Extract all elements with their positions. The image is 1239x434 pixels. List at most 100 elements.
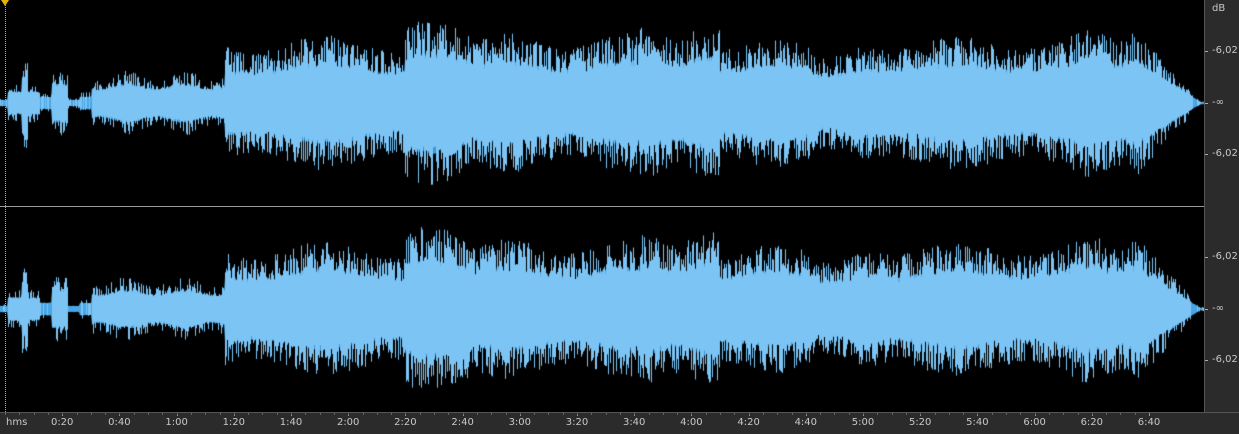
time-minor-tick [705, 413, 707, 415]
time-label: 0:40 [108, 417, 131, 428]
time-minor-tick [176, 413, 178, 415]
time-label: 4:40 [794, 417, 818, 428]
time-label: 5:20 [908, 417, 932, 428]
time-minor-tick [734, 413, 736, 415]
time-minor-tick [319, 413, 321, 415]
time-minor-tick [1034, 413, 1036, 415]
time-minor-tick [934, 413, 936, 415]
time-minor-tick [391, 413, 393, 415]
time-minor-tick [677, 413, 679, 415]
time-ruler[interactable]: hms 0:20 0:40 1:00 1:20 1:40 2:00 2:20 2:40 3:00… [0, 412, 1239, 434]
playhead-marker-icon[interactable] [1, 0, 9, 6]
time-minor-tick [1063, 413, 1065, 415]
time-minor-tick [419, 413, 421, 415]
time-minor-tick [262, 413, 264, 415]
time-minor-tick [133, 413, 135, 415]
time-label: 6:00 [1023, 417, 1046, 428]
time-minor-tick [577, 413, 578, 415]
time-label: 6:20 [1080, 417, 1104, 428]
time-label: 1:00 [165, 417, 188, 428]
time-minor-tick [219, 413, 221, 415]
time-minor-tick [233, 413, 235, 415]
db-label: -6,02 [1212, 45, 1238, 56]
playhead-cursor[interactable] [5, 0, 7, 412]
time-minor-tick [33, 413, 35, 415]
time-minor-tick [190, 413, 192, 415]
time-minor-tick [491, 413, 493, 415]
time-minor-tick [1077, 413, 1079, 415]
time-label: 3:00 [508, 417, 532, 428]
time-minor-tick [519, 413, 521, 415]
time-minor-tick [205, 413, 207, 415]
time-minor-tick [863, 413, 864, 415]
db-label: -6,02 [1212, 251, 1238, 262]
time-minor-tick [991, 413, 993, 415]
time-minor-tick [348, 413, 350, 415]
time-minor-tick [548, 413, 550, 415]
time-minor-tick [1106, 413, 1108, 415]
time-minor-tick [848, 413, 850, 415]
db-unit-label: dB [1212, 3, 1226, 14]
time-minor-tick [405, 413, 407, 415]
time-minor-tick [891, 413, 893, 415]
time-minor-tick [1006, 413, 1007, 415]
time-minor-tick [720, 413, 721, 415]
time-unit-label: hms [6, 417, 28, 428]
time-minor-tick [305, 413, 307, 415]
time-minor-tick [276, 413, 278, 415]
time-minor-tick [1020, 413, 1022, 415]
time-label: 1:20 [222, 417, 246, 428]
time-minor-tick [748, 413, 750, 415]
time-minor-tick [905, 413, 907, 415]
time-minor-tick [248, 413, 250, 415]
time-minor-tick [162, 413, 164, 415]
time-minor-tick [148, 413, 149, 415]
time-minor-tick [119, 413, 121, 415]
time-minor-tick [376, 413, 378, 415]
time-label: 2:40 [451, 417, 474, 428]
time-label: 5:00 [851, 417, 875, 428]
time-label: 4:20 [737, 417, 760, 428]
db-tick [1205, 360, 1208, 361]
time-minor-tick [76, 413, 78, 415]
time-minor-tick [662, 413, 664, 415]
db-tick [1205, 103, 1208, 104]
time-minor-tick [877, 413, 879, 415]
time-minor-tick [534, 413, 536, 415]
time-minor-tick [1120, 413, 1122, 415]
time-minor-tick [1134, 413, 1136, 415]
time-minor-tick [1048, 413, 1050, 415]
time-tick [1149, 413, 1150, 416]
audio-editor: dB -6,02 -∞ -6,02 -6,02 -∞ -6,02 hms 0:2… [0, 0, 1239, 434]
time-label: 2:00 [336, 417, 360, 428]
time-minor-tick [505, 413, 507, 415]
time-minor-tick [805, 413, 807, 415]
time-label: 6:40 [1137, 417, 1161, 428]
db-label: -∞ [1212, 97, 1224, 108]
channel-divider [0, 206, 1204, 207]
time-label: 5:40 [966, 417, 989, 428]
time-minor-tick [977, 413, 979, 415]
db-tick [1205, 51, 1208, 52]
time-minor-tick [605, 413, 607, 415]
time-label: 3:40 [622, 417, 646, 428]
waveform-view[interactable] [0, 0, 1204, 412]
time-label: 0:20 [50, 417, 74, 428]
db-tick [1205, 257, 1208, 258]
time-minor-tick [362, 413, 364, 415]
time-minor-tick [762, 413, 764, 415]
db-tick [1205, 309, 1208, 310]
time-minor-tick [948, 413, 950, 415]
time-minor-tick [434, 413, 435, 415]
time-minor-tick [591, 413, 593, 415]
time-minor-tick [5, 413, 6, 415]
time-minor-tick [619, 413, 621, 415]
time-minor-tick [476, 413, 478, 415]
time-minor-tick [777, 413, 779, 415]
time-minor-tick [691, 413, 693, 415]
db-tick [1205, 154, 1208, 155]
time-minor-tick [562, 413, 564, 415]
time-minor-tick [448, 413, 450, 415]
time-minor-tick [19, 413, 21, 415]
db-label: -6,02 [1212, 354, 1238, 365]
